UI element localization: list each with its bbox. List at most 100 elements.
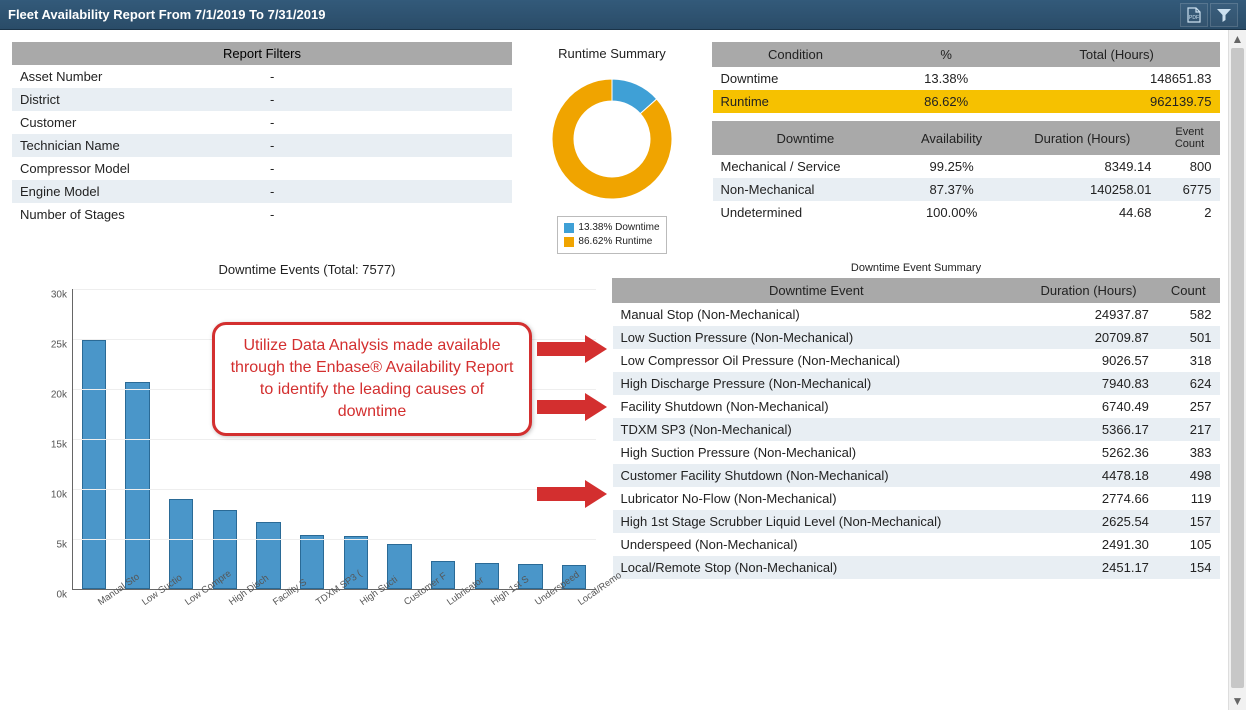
table-row: Facility Shutdown (Non-Mechanical)6740.4… [613,395,1220,418]
ytick-label: 10k [12,490,67,501]
column-header: Downtime [713,122,899,155]
filter-label: Compressor Model [12,157,262,180]
condition-table: Condition%Total (Hours) Downtime13.38%14… [712,42,1220,113]
vertical-scrollbar[interactable]: ▲ ▼ [1228,30,1246,710]
cell: 87.37% [898,178,1005,201]
table-row: Low Compressor Oil Pressure (Non-Mechani… [613,349,1220,372]
runtime-summary: Runtime Summary 13.38% Downtime86.62% Ru… [522,42,702,254]
summary-title: Downtime Event Summary [612,262,1220,278]
table-row: Manual Stop (Non-Mechanical)24937.87582 [613,303,1220,327]
cell: 6740.49 [1020,395,1157,418]
scroll-thumb[interactable] [1231,48,1244,688]
table-row: Underspeed (Non-Mechanical)2491.30105 [613,533,1220,556]
cell: High Suction Pressure (Non-Mechanical) [613,441,1021,464]
scroll-up-button[interactable]: ▲ [1229,30,1246,48]
table-row: Mechanical / Service99.25%8349.14800 [713,155,1220,179]
cell: 501 [1157,326,1220,349]
filter-button[interactable] [1210,3,1238,27]
arrow-icon [537,335,607,363]
cell: 257 [1157,395,1220,418]
filter-label: Number of Stages [12,203,262,226]
report-title: Fleet Availability Report From 7/1/2019 … [8,7,325,22]
ytick-label: 15k [12,440,67,451]
callout-text: Utilize Data Analysis made available thr… [231,337,514,420]
cell: Downtime [713,67,879,91]
filter-row: Engine Model- [12,180,512,203]
ytick-label: 30k [12,290,67,301]
ytick-label: 25k [12,340,67,351]
cell: 100.00% [898,201,1005,224]
cell: 99.25% [898,155,1005,179]
ytick-label: 0k [12,590,67,601]
ytick-label: 5k [12,540,67,551]
cell: 5262.36 [1020,441,1157,464]
table-row: Non-Mechanical87.37%140258.016775 [713,178,1220,201]
report-header: Fleet Availability Report From 7/1/2019 … [0,0,1246,30]
filter-row: Technician Name- [12,134,512,157]
bar [125,382,149,589]
table-row: Low Suction Pressure (Non-Mechanical)207… [613,326,1220,349]
cell: High Discharge Pressure (Non-Mechanical) [613,372,1021,395]
cell: High 1st Stage Scrubber Liquid Level (No… [613,510,1021,533]
column-header: % [879,43,1014,67]
cell: 2625.54 [1020,510,1157,533]
svg-text:PDF: PDF [1189,15,1199,21]
table-row: Local/Remote Stop (Non-Mechanical)2451.1… [613,556,1220,579]
cell: TDXM SP3 (Non-Mechanical) [613,418,1021,441]
cell: Manual Stop (Non-Mechanical) [613,303,1021,327]
cell: 9026.57 [1020,349,1157,372]
cell: 13.38% [879,67,1014,91]
cell: 86.62% [879,90,1014,113]
arrow-icon [537,393,607,421]
filter-value: - [262,134,512,157]
cell: 624 [1157,372,1220,395]
cell: 105 [1157,533,1220,556]
column-header: EventCount [1160,122,1220,155]
cell: 2451.17 [1020,556,1157,579]
column-header: Duration (Hours) [1020,279,1157,303]
table-row: High Suction Pressure (Non-Mechanical)52… [613,441,1220,464]
report-filters: Report Filters Asset Number-District-Cus… [12,42,512,254]
filter-row: Customer- [12,111,512,134]
cell: Lubricator No-Flow (Non-Mechanical) [613,487,1021,510]
filter-value: - [262,65,512,88]
table-row: Undetermined100.00%44.682 [713,201,1220,224]
legend-item: 13.38% Downtime [564,221,659,235]
cell: 7940.83 [1020,372,1157,395]
barchart-title: Downtime Events (Total: 7577) [12,262,602,277]
filter-value: - [262,180,512,203]
report-body: Report Filters Asset Number-District-Cus… [0,30,1228,710]
export-pdf-button[interactable]: PDF [1180,3,1208,27]
cell: 8349.14 [1005,155,1160,179]
cell: Mechanical / Service [713,155,899,179]
cell: 6775 [1160,178,1220,201]
filter-value: - [262,203,512,226]
downtime-category-table: DowntimeAvailabilityDuration (Hours)Even… [712,121,1220,224]
cell: 2 [1160,201,1220,224]
arrow-icon [537,480,607,508]
cell: Low Suction Pressure (Non-Mechanical) [613,326,1021,349]
filter-row: Number of Stages- [12,203,512,226]
filter-row: Asset Number- [12,65,512,88]
cell: 148651.83 [1014,67,1220,91]
analysis-callout: Utilize Data Analysis made available thr… [212,322,532,436]
filter-label: Asset Number [12,65,262,88]
filter-label: Technician Name [12,134,262,157]
pdf-icon: PDF [1187,7,1201,23]
cell: 20709.87 [1020,326,1157,349]
cell: 44.68 [1005,201,1160,224]
filter-label: Engine Model [12,180,262,203]
cell: 383 [1157,441,1220,464]
table-row: Customer Facility Shutdown (Non-Mechanic… [613,464,1220,487]
cell: Low Compressor Oil Pressure (Non-Mechani… [613,349,1021,372]
column-header: Condition [713,43,879,67]
cell: 962139.75 [1014,90,1220,113]
cell: 140258.01 [1005,178,1160,201]
filter-row: District- [12,88,512,111]
legend-item: 86.62% Runtime [564,235,659,249]
column-header: Count [1157,279,1220,303]
ytick-label: 20k [12,390,67,401]
cell: 157 [1157,510,1220,533]
scroll-down-button[interactable]: ▼ [1229,692,1246,710]
downtime-event-summary: Downtime Event Summary Downtime EventDur… [612,262,1220,649]
